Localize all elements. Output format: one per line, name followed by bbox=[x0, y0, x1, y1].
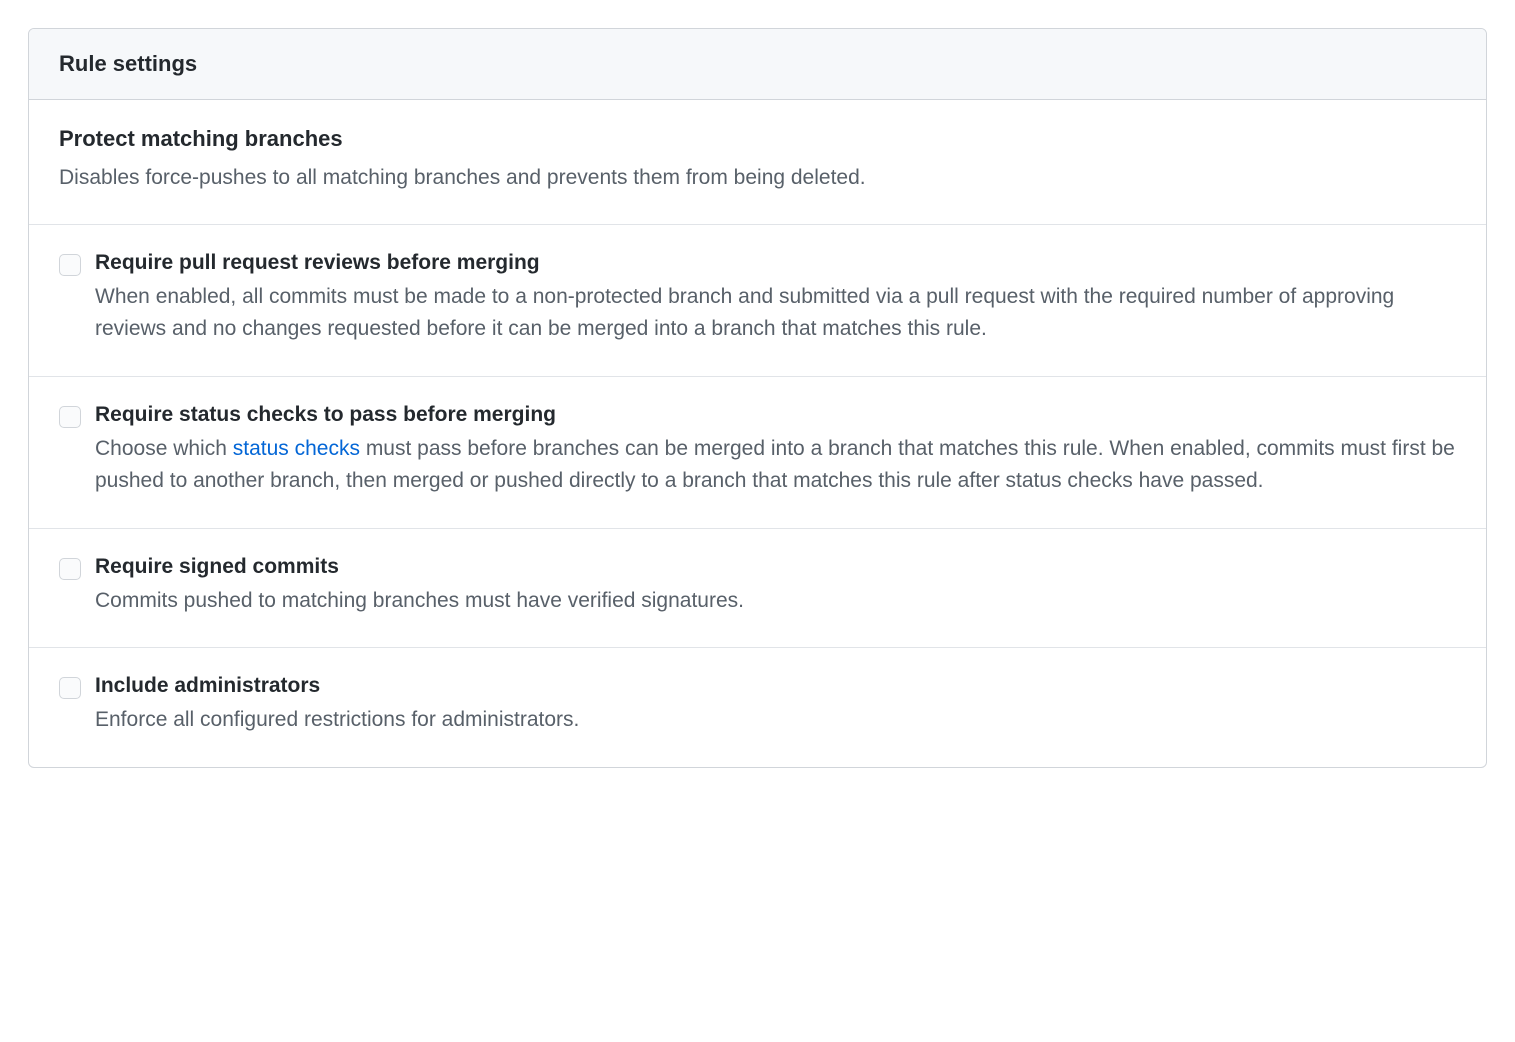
rule-description: Enforce all configured restrictions for … bbox=[95, 704, 1456, 737]
rule-content: Require signed commits Commits pushed to … bbox=[95, 555, 1456, 618]
rule-title: Require pull request reviews before merg… bbox=[95, 251, 1456, 275]
intro-description: Disables force-pushes to all matching br… bbox=[59, 162, 1456, 194]
checkbox-require-pr-reviews[interactable] bbox=[59, 254, 81, 276]
rule-description: When enabled, all commits must be made t… bbox=[95, 281, 1456, 346]
rule-item-include-administrators: Include administrators Enforce all config… bbox=[29, 648, 1486, 767]
rule-content: Include administrators Enforce all config… bbox=[95, 674, 1456, 737]
rule-item-require-pr-reviews: Require pull request reviews before merg… bbox=[29, 225, 1486, 377]
checkbox-require-signed-commits[interactable] bbox=[59, 558, 81, 580]
intro-title: Protect matching branches bbox=[59, 126, 1456, 152]
rule-title: Require status checks to pass before mer… bbox=[95, 403, 1456, 427]
intro-section: Protect matching branches Disables force… bbox=[29, 100, 1486, 225]
rule-content: Require status checks to pass before mer… bbox=[95, 403, 1456, 498]
rule-title: Require signed commits bbox=[95, 555, 1456, 579]
rule-item-require-signed-commits: Require signed commits Commits pushed to … bbox=[29, 529, 1486, 649]
rule-description-text: When enabled, all commits must be made t… bbox=[95, 285, 1394, 341]
rule-item-require-status-checks: Require status checks to pass before mer… bbox=[29, 377, 1486, 529]
checkbox-require-status-checks[interactable] bbox=[59, 406, 81, 428]
panel-header: Rule settings bbox=[29, 29, 1486, 100]
rule-description-text: Enforce all configured restrictions for … bbox=[95, 708, 579, 731]
rule-description: Choose which status checks must pass bef… bbox=[95, 433, 1456, 498]
panel-title: Rule settings bbox=[59, 51, 1456, 77]
rules-container: Require pull request reviews before merg… bbox=[29, 225, 1486, 767]
rule-title: Include administrators bbox=[95, 674, 1456, 698]
rule-settings-panel: Rule settings Protect matching branches … bbox=[28, 28, 1487, 768]
status-checks-link[interactable]: status checks bbox=[233, 437, 360, 460]
rule-description-text: Choose which bbox=[95, 437, 233, 460]
checkbox-include-administrators[interactable] bbox=[59, 677, 81, 699]
rule-description: Commits pushed to matching branches must… bbox=[95, 585, 1456, 618]
rule-content: Require pull request reviews before merg… bbox=[95, 251, 1456, 346]
rule-description-text: Commits pushed to matching branches must… bbox=[95, 589, 744, 612]
